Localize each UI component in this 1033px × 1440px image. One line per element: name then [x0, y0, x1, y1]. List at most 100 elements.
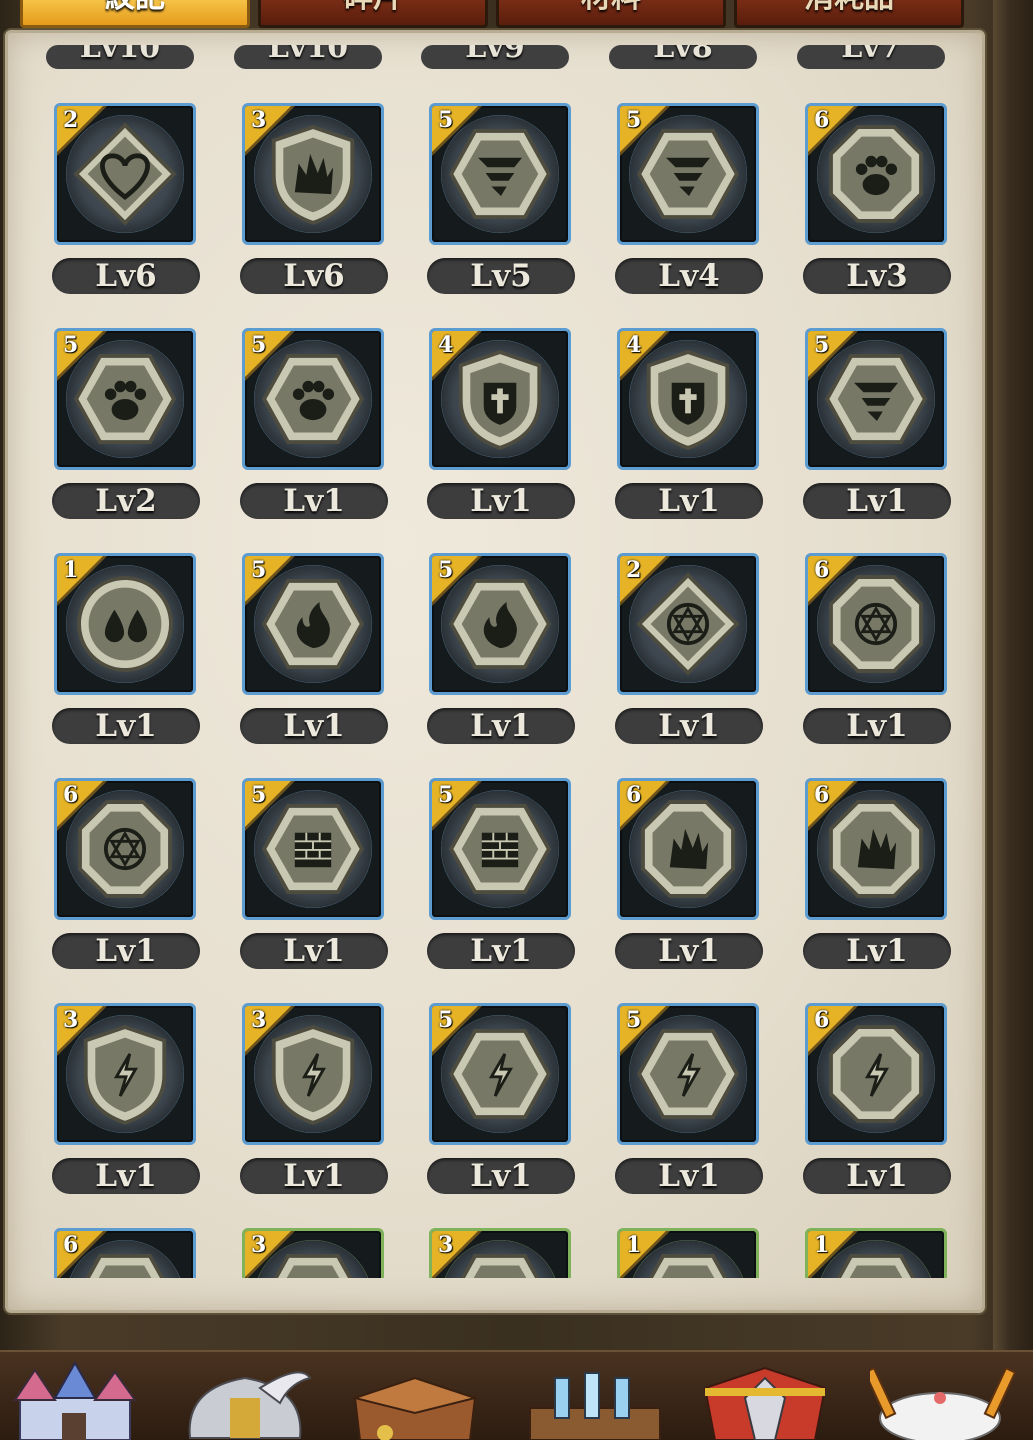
emblem-card[interactable]: 6 Lv1: [615, 778, 765, 978]
emblem-card[interactable]: 6: [52, 1228, 202, 1278]
emblem-card[interactable]: 3 Lv6: [240, 103, 390, 303]
emblem-tile[interactable]: 5: [242, 328, 384, 470]
emblem-tile[interactable]: 3: [242, 1003, 384, 1145]
emblem-card[interactable]: 1: [803, 1228, 953, 1278]
rank-number: 6: [63, 782, 79, 808]
emblem-card[interactable]: 5 Lv1: [240, 778, 390, 978]
emblem-card[interactable]: 2 Lv6: [52, 103, 202, 303]
emblem-card[interactable]: 1 Lv1: [52, 553, 202, 753]
emblem-tile[interactable]: 1: [805, 1228, 947, 1278]
emblem-card[interactable]: 5 Lv1: [427, 1003, 577, 1203]
level-pill: Lv1: [240, 933, 388, 969]
rank-number: 3: [251, 107, 267, 133]
emblem-tile[interactable]: 5: [242, 778, 384, 920]
emblem-tile[interactable]: 5: [429, 103, 571, 245]
nav-guild[interactable]: [695, 1358, 845, 1440]
emblem-card[interactable]: 6 Lv1: [803, 778, 953, 978]
emblem-card[interactable]: 6 Lv3: [803, 103, 953, 303]
rank-number: 6: [814, 1007, 830, 1033]
emblem-card[interactable]: 5 Lv1: [240, 328, 390, 528]
inventory-panel: Lv10 Lv10 Lv9 Lv8 Lv7 2 Lv6 3 Lv6 5 Lv5 5 Lv4 6 L…: [5, 30, 985, 1313]
emblem-tile[interactable]: 5: [617, 103, 759, 245]
level-pill: Lv7: [797, 45, 945, 69]
emblem-tile[interactable]: 5: [242, 553, 384, 695]
level-pill: Lv10: [46, 45, 194, 69]
emblem-tile[interactable]: 5: [805, 328, 947, 470]
emblem-tile[interactable]: 5: [617, 1003, 759, 1145]
rank-number: 6: [814, 107, 830, 133]
level-pill: Lv1: [615, 933, 763, 969]
emblem-card[interactable]: 1: [615, 1228, 765, 1278]
emblem-tile[interactable]: 1: [617, 1228, 759, 1278]
nav-castle[interactable]: [0, 1358, 150, 1440]
emblem-card[interactable]: 5 Lv1: [803, 328, 953, 528]
emblem-card[interactable]: 5 Lv5: [427, 103, 577, 303]
emblem-tile[interactable]: 5: [429, 778, 571, 920]
emblem-tile[interactable]: 5: [54, 328, 196, 470]
emblem-tile[interactable]: 4: [429, 328, 571, 470]
tab-emblem[interactable]: 紋記: [20, 0, 250, 28]
tab-fragments[interactable]: 碎片: [258, 0, 488, 28]
tab-materials[interactable]: 材料: [496, 0, 726, 28]
rank-number: 3: [251, 1232, 267, 1258]
emblem-card[interactable]: 3: [240, 1228, 390, 1278]
emblem-card[interactable]: 4 Lv1: [615, 328, 765, 528]
emblem-tile[interactable]: 6: [805, 778, 947, 920]
rank-number: 5: [438, 107, 454, 133]
nav-bag[interactable]: [345, 1358, 495, 1440]
castle-icon: [13, 1360, 137, 1440]
rank-number: 5: [251, 332, 267, 358]
emblem-card[interactable]: 3 Lv1: [52, 1003, 202, 1203]
emblem-card[interactable]: 3: [427, 1228, 577, 1278]
level-pill: Lv1: [803, 483, 951, 519]
level-pill: Lv1: [427, 708, 575, 744]
emblem-card[interactable]: 3 Lv1: [240, 1003, 390, 1203]
emblem-tile[interactable]: 2: [617, 553, 759, 695]
level-pill: Lv1: [427, 1158, 575, 1194]
emblem-tile[interactable]: 3: [429, 1228, 571, 1278]
emblem-tile[interactable]: 3: [242, 103, 384, 245]
bag-icon: [351, 1376, 479, 1440]
emblem-tile[interactable]: 6: [805, 103, 947, 245]
emblem-card[interactable]: 4 Lv1: [427, 328, 577, 528]
emblem-tile[interactable]: 5: [429, 553, 571, 695]
emblem-card[interactable]: 5 Lv4: [615, 103, 765, 303]
emblem-tile[interactable]: 6: [54, 778, 196, 920]
emblem-card[interactable]: 6 Lv1: [52, 778, 202, 978]
rank-number: 6: [63, 1232, 79, 1258]
nav-alchemy[interactable]: [520, 1358, 670, 1440]
emblem-tile[interactable]: 6: [617, 778, 759, 920]
tab-consumables[interactable]: 消耗品: [734, 0, 964, 28]
emblem-card[interactable]: 5 Lv1: [240, 553, 390, 753]
nav-kitchen[interactable]: [870, 1358, 1020, 1440]
emblem-tile[interactable]: 2: [54, 103, 196, 245]
emblem-card[interactable]: 5 Lv1: [427, 553, 577, 753]
rank-number: 6: [814, 557, 830, 583]
emblem-card[interactable]: 5 Lv2: [52, 328, 202, 528]
emblem-tile[interactable]: 6: [805, 553, 947, 695]
rank-number: 5: [626, 1007, 642, 1033]
rank-number: 5: [814, 332, 830, 358]
rank-number: 1: [63, 557, 79, 583]
emblem-tile[interactable]: 6: [54, 1228, 196, 1278]
level-pill: Lv1: [615, 1158, 763, 1194]
emblem-tile[interactable]: 5: [429, 1003, 571, 1145]
rank-number: 5: [438, 557, 454, 583]
emblem-card[interactable]: 5 Lv1: [427, 778, 577, 978]
winged-helmet-icon: [188, 1371, 312, 1439]
emblem-grid[interactable]: Lv10 Lv10 Lv9 Lv8 Lv7 2 Lv6 3 Lv6 5 Lv5 5 Lv4 6 L…: [8, 33, 982, 1278]
emblem-tile[interactable]: 3: [54, 1003, 196, 1145]
emblem-card[interactable]: 6 Lv1: [803, 1003, 953, 1203]
emblem-tile[interactable]: 1: [54, 553, 196, 695]
emblem-card[interactable]: 2 Lv1: [615, 553, 765, 753]
rank-number: 5: [438, 782, 454, 808]
emblem-tile[interactable]: 6: [805, 1003, 947, 1145]
level-pill: Lv3: [803, 258, 951, 294]
level-pill: Lv8: [609, 45, 757, 69]
nav-hero[interactable]: [170, 1358, 320, 1440]
rank-number: 1: [626, 1232, 642, 1258]
emblem-tile[interactable]: 3: [242, 1228, 384, 1278]
emblem-card[interactable]: 6 Lv1: [803, 553, 953, 753]
emblem-tile[interactable]: 4: [617, 328, 759, 470]
emblem-card[interactable]: 5 Lv1: [615, 1003, 765, 1203]
